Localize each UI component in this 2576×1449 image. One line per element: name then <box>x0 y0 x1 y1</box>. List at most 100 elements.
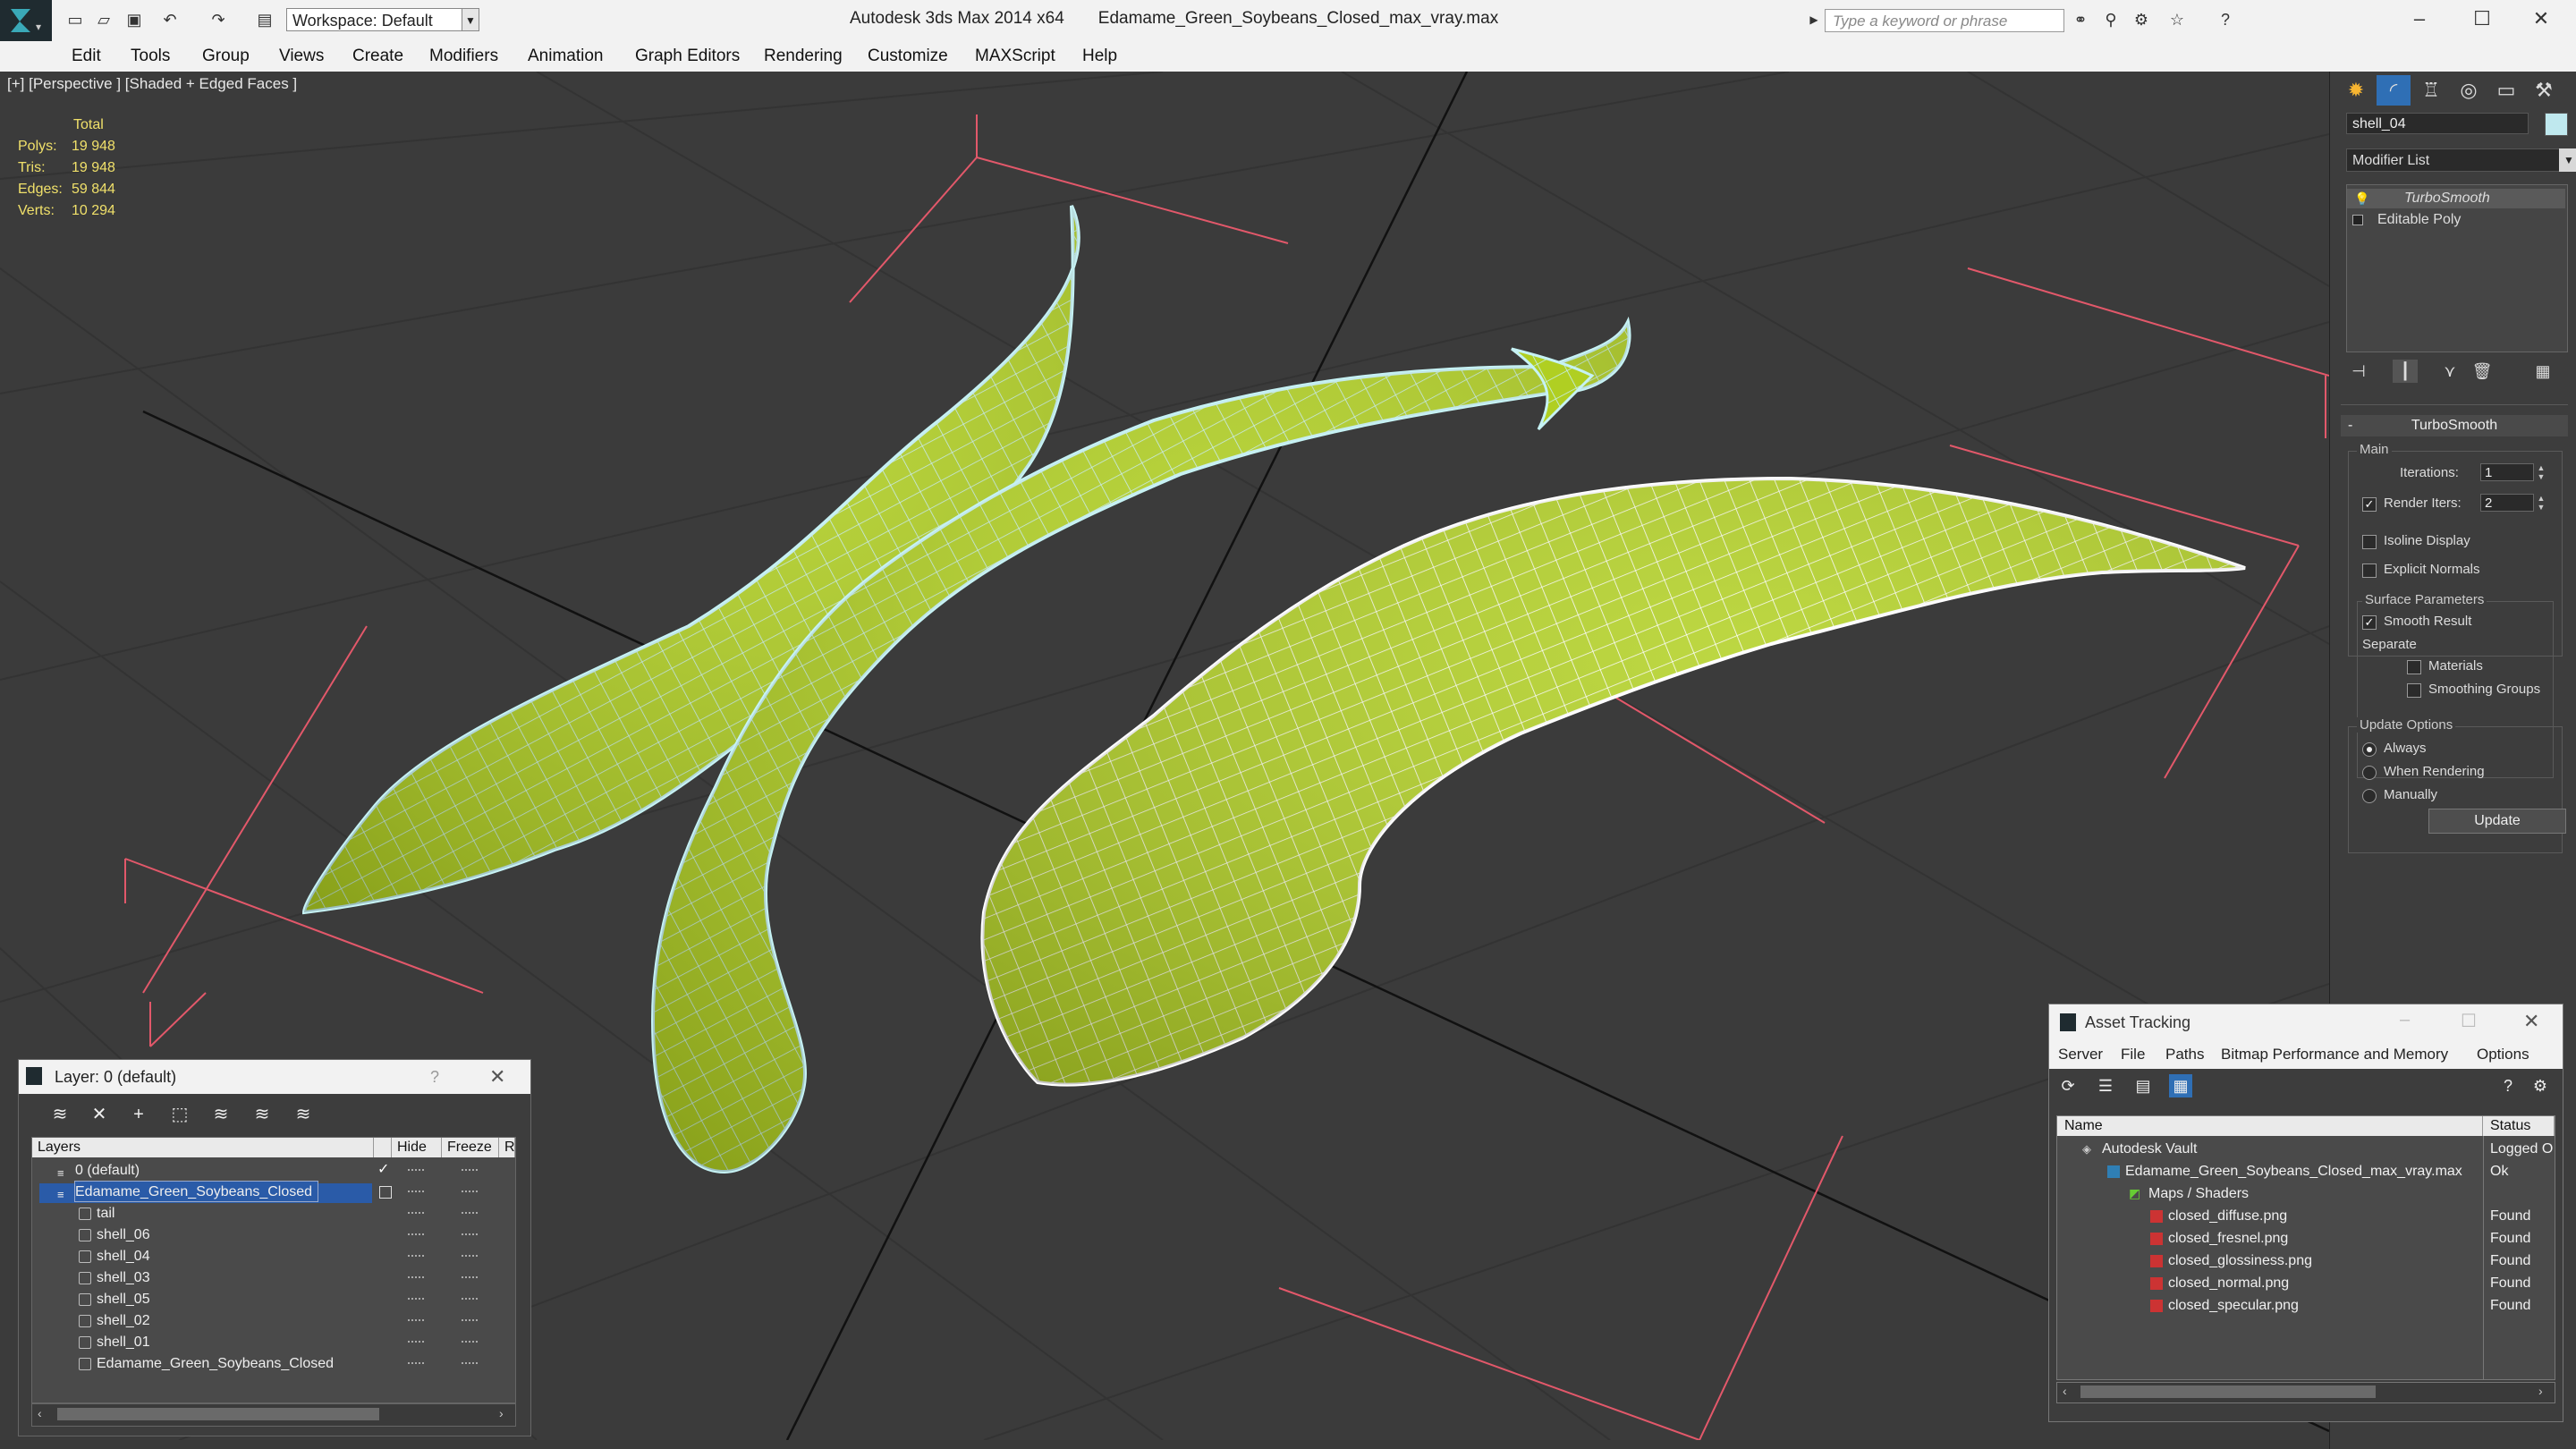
layer-row[interactable]: ≡ Edamame_Green_Soybeans_Closed <box>32 1181 515 1203</box>
render-iters-checkbox[interactable]: ✓ <box>2362 497 2377 512</box>
scroll-right-icon[interactable]: › <box>499 1406 504 1420</box>
freeze-toggle[interactable] <box>462 1169 478 1173</box>
asset-menu-bitmap[interactable]: Bitmap Performance and Memory <box>2221 1046 2448 1063</box>
spinner-arrows-icon[interactable]: ▲ ▼ <box>2536 494 2546 512</box>
settings-icon[interactable]: ⚙ <box>2529 1074 2552 1097</box>
column-freeze[interactable]: Freeze <box>442 1138 499 1157</box>
pin-stack-icon[interactable]: ⊣ <box>2346 360 2371 383</box>
undo-icon[interactable]: ↶ <box>157 7 182 32</box>
spinner-arrows-icon[interactable]: ▲ ▼ <box>2536 463 2546 481</box>
layer-row[interactable]: shell_02 <box>32 1309 515 1331</box>
highlight-layer-icon[interactable]: ≋ <box>208 1103 233 1126</box>
menu-edit[interactable]: Edit <box>72 47 101 66</box>
modify-tab-icon[interactable]: ◜ <box>2377 75 2411 106</box>
menu-tools[interactable]: Tools <box>131 47 170 66</box>
remove-modifier-icon[interactable]: 🗑 <box>2470 360 2495 383</box>
freeze-toggle[interactable] <box>462 1255 478 1258</box>
layer-row[interactable]: Edamame_Green_Soybeans_Closed <box>32 1352 515 1374</box>
communication-icon[interactable]: ⚙ <box>2129 7 2154 32</box>
subscription-icon[interactable]: ⚲ <box>2098 7 2123 32</box>
hide-toggle[interactable] <box>408 1341 424 1344</box>
scroll-left-icon[interactable]: ‹ <box>38 1406 42 1420</box>
close-icon[interactable]: ✕ <box>2519 5 2563 32</box>
menu-help[interactable]: Help <box>1082 47 1117 66</box>
smooth-result-checkbox[interactable]: ✓ <box>2362 615 2377 630</box>
asset-row[interactable]: closed_specular.png Found <box>2057 1294 2555 1317</box>
object-name-field[interactable]: shell_04 <box>2346 113 2529 134</box>
menu-customize[interactable]: Customize <box>868 47 948 66</box>
scrollbar-thumb[interactable] <box>57 1408 379 1420</box>
menu-views[interactable]: Views <box>279 47 324 66</box>
freeze-toggle[interactable] <box>462 1191 478 1194</box>
column-hide[interactable]: Hide <box>392 1138 442 1157</box>
manually-radio[interactable] <box>2362 789 2377 803</box>
asset-row[interactable]: closed_fresnel.png Found <box>2057 1227 2555 1250</box>
column-layers[interactable]: Layers <box>32 1138 374 1157</box>
layer-row[interactable]: shell_03 <box>32 1267 515 1288</box>
close-icon[interactable]: ✕ <box>489 1065 505 1089</box>
smoothing-groups-checkbox[interactable] <box>2407 683 2421 698</box>
asset-dialog-titlebar[interactable]: Asset Tracking – ☐ ✕ <box>2049 1004 2563 1040</box>
hide-toggle[interactable] <box>408 1191 424 1194</box>
layer-row[interactable]: ≡ 0 (default) ✓ <box>32 1159 515 1181</box>
close-icon[interactable]: ✕ <box>2523 1010 2539 1033</box>
tree-view-icon[interactable]: ▤ <box>2131 1074 2155 1097</box>
create-layer-icon[interactable]: ≋ <box>47 1103 72 1126</box>
asset-row[interactable]: closed_normal.png Found <box>2057 1272 2555 1294</box>
menu-modifiers[interactable]: Modifiers <box>429 47 498 66</box>
turbosmooth-rollout-header[interactable]: - TurboSmooth <box>2341 415 2568 436</box>
redo-icon[interactable]: ↷ <box>206 7 231 32</box>
object-color-swatch[interactable] <box>2545 113 2568 136</box>
freeze-toggle[interactable] <box>462 1212 478 1216</box>
menu-maxscript[interactable]: MAXScript <box>975 47 1055 66</box>
horizontal-scrollbar[interactable]: ‹ › <box>2056 1382 2555 1403</box>
menu-animation[interactable]: Animation <box>528 47 604 66</box>
maximize-icon[interactable]: ☐ <box>2461 1010 2477 1032</box>
asset-row[interactable]: ◩ Maps / Shaders <box>2057 1182 2555 1205</box>
layer-dialog-titlebar[interactable]: Layer: 0 (default) ? ✕ <box>19 1060 530 1094</box>
stack-item-turbosmooth[interactable]: 💡 TurboSmooth <box>2347 189 2565 208</box>
asset-row[interactable]: Edamame_Green_Soybeans_Closed_max_vray.m… <box>2057 1160 2555 1182</box>
hide-toggle[interactable] <box>408 1212 424 1216</box>
update-button[interactable]: Update <box>2428 809 2566 834</box>
layer-row[interactable]: tail <box>32 1202 515 1224</box>
save-icon[interactable]: ▣ <box>122 7 147 32</box>
freeze-toggle[interactable] <box>462 1341 478 1344</box>
help-icon[interactable]: ? <box>2496 1074 2520 1097</box>
show-end-result-icon[interactable]: ┃ <box>2393 360 2418 383</box>
modifier-list-select[interactable]: Modifier List <box>2346 148 2561 172</box>
freeze-all-icon[interactable]: ≋ <box>291 1103 316 1126</box>
asset-row[interactable]: closed_glossiness.png Found <box>2057 1250 2555 1272</box>
hide-toggle[interactable] <box>408 1255 424 1258</box>
current-layer-check-icon[interactable]: ✓ <box>377 1159 389 1181</box>
menu-rendering[interactable]: Rendering <box>764 47 843 66</box>
configure-sets-icon[interactable]: ▦ <box>2530 360 2555 383</box>
delete-layer-icon[interactable]: ✕ <box>87 1103 112 1126</box>
hide-toggle[interactable] <box>408 1233 424 1237</box>
select-objects-icon[interactable]: ⬚ <box>167 1103 192 1126</box>
horizontal-scrollbar[interactable]: ‹ › <box>31 1403 516 1427</box>
when-rendering-radio[interactable] <box>2362 766 2377 780</box>
column-render[interactable]: R <box>499 1138 515 1157</box>
stack-item-editable-poly[interactable]: Editable Poly <box>2347 210 2565 230</box>
hide-toggle[interactable] <box>408 1319 424 1323</box>
hide-toggle[interactable] <box>408 1362 424 1366</box>
hierarchy-tab-icon[interactable]: ♖ <box>2414 75 2448 106</box>
list-view-icon[interactable]: ☰ <box>2094 1074 2117 1097</box>
render-iters-spinner[interactable]: 2 <box>2480 494 2534 512</box>
viewport-label[interactable]: [+] [Perspective ] [Shaded + Edged Faces… <box>7 75 297 93</box>
freeze-toggle[interactable] <box>462 1233 478 1237</box>
always-radio[interactable] <box>2362 742 2377 757</box>
layer-row[interactable]: shell_01 <box>32 1331 515 1352</box>
asset-row[interactable]: closed_diffuse.png Found <box>2057 1205 2555 1227</box>
asset-menu-paths[interactable]: Paths <box>2165 1046 2204 1063</box>
utilities-tab-icon[interactable]: ⚒ <box>2527 75 2561 106</box>
minimize-icon[interactable]: – <box>2400 1010 2410 1030</box>
menu-graph-editors[interactable]: Graph Editors <box>635 47 740 66</box>
hide-all-icon[interactable]: ≋ <box>250 1103 275 1126</box>
add-to-layer-icon[interactable]: + <box>126 1103 151 1126</box>
hide-toggle[interactable] <box>408 1169 424 1173</box>
menu-create[interactable]: Create <box>352 47 403 66</box>
iterations-spinner[interactable]: 1 <box>2480 463 2534 481</box>
display-tab-icon[interactable]: ▭ <box>2489 75 2523 106</box>
